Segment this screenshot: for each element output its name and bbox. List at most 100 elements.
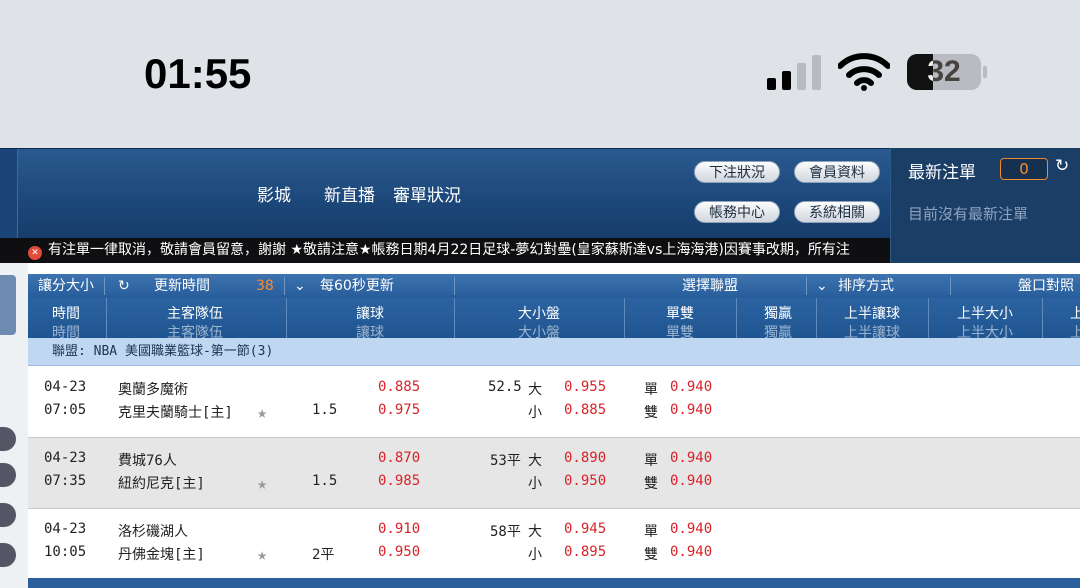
over-label: 大 [528, 524, 542, 540]
sidebar-tab[interactable] [0, 275, 16, 335]
refresh-countdown: 38 [256, 278, 274, 294]
battery-icon: 32 [907, 54, 987, 90]
nav-link-cinema[interactable]: 影城 [257, 181, 291, 206]
battery-level: 32 [927, 55, 961, 88]
home-team: 丹佛金塊[主] [118, 547, 205, 563]
over-label: 大 [528, 382, 542, 398]
col-moneyline: 獨贏 [764, 306, 792, 322]
match-date: 04-23 [44, 450, 87, 466]
repeated-table-header [28, 578, 1080, 588]
odd-odds[interactable]: 0.940 [670, 450, 712, 466]
refresh-icon[interactable]: ↻ [118, 274, 130, 298]
chevron-down-icon[interactable]: ⌄ [816, 274, 828, 298]
col-odd-even: 單雙 [666, 306, 694, 322]
total-line: 58平 [490, 524, 521, 540]
sort-select[interactable]: 排序方式 [838, 274, 894, 298]
match-time: 07:35 [44, 473, 87, 489]
status-bar: 01:55 32 [0, 0, 1080, 148]
col-time: 時間 [52, 306, 80, 322]
col-over-under: 大小盤 [518, 306, 560, 322]
odd-label: 單 [644, 453, 658, 469]
under-label: 小 [528, 405, 542, 421]
account-center-button[interactable]: 帳務中心 [694, 201, 780, 223]
over-odds[interactable]: 0.945 [564, 521, 606, 537]
match-row: 04-23 07:35 費城76人 紐約尼克[主] ★ 1.5 0.870 0.… [28, 438, 1080, 509]
handicap-odds[interactable]: 0.985 [378, 473, 420, 489]
sidebar-toggle[interactable] [0, 463, 16, 487]
latest-bets-panel: 最新注單 0 ↻ 目前沒有最新注單 [890, 148, 1080, 263]
total-line: 52.5 [488, 379, 522, 395]
total-line: 53平 [490, 453, 521, 469]
handicap-odds[interactable]: 0.885 [378, 379, 420, 395]
handicap-odds[interactable]: 0.870 [378, 450, 420, 466]
announcement-ticker: ✕ 有注單一律取消，敬請會員留意，謝謝 ★敬請注意★帳務日期4月22日足球-夢幻對… [0, 238, 890, 263]
under-odds[interactable]: 0.950 [564, 473, 606, 489]
even-odds[interactable]: 0.940 [670, 544, 712, 560]
over-odds[interactable]: 0.955 [564, 379, 606, 395]
col-1h-over-under: 上半大小 [957, 306, 1013, 322]
over-odds[interactable]: 0.890 [564, 450, 606, 466]
match-row: 04-23 07:05 奧蘭多魔術 克里夫蘭騎士[主] ★ 1.5 0.885 … [28, 367, 1080, 438]
even-odds[interactable]: 0.940 [670, 402, 712, 418]
member-info-button[interactable]: 會員資料 [794, 161, 880, 183]
league-select[interactable]: 選擇聯盟 [682, 274, 738, 298]
clock: 01:55 [144, 50, 252, 97]
star-icon[interactable]: ★ [257, 474, 267, 494]
even-odds[interactable]: 0.940 [670, 473, 712, 489]
away-team: 洛杉磯湖人 [118, 524, 188, 540]
left-sidebar [0, 263, 28, 588]
even-label: 雙 [644, 476, 658, 492]
handicap-line: 1.5 [312, 473, 338, 489]
odds-type-select[interactable]: 讓分大小 [38, 274, 94, 298]
col-more: 上 [1070, 306, 1080, 322]
under-label: 小 [528, 547, 542, 563]
latest-bets-title: 最新注單 [908, 163, 976, 183]
alert-icon: ✕ [28, 246, 42, 260]
match-date: 04-23 [44, 379, 87, 395]
sidebar-toggle[interactable] [0, 427, 16, 451]
system-settings-button[interactable]: 系統相關 [794, 201, 880, 223]
away-team: 奧蘭多魔術 [118, 382, 188, 398]
filter-bar: 讓分大小 ↻ 更新時間 38 ⌄ 每60秒更新 選擇聯盟 ⌄ 排序方式 盤口對照… [28, 274, 1080, 318]
col-handicap: 讓球 [356, 306, 384, 322]
handicap-odds[interactable]: 0.975 [378, 402, 420, 418]
even-label: 雙 [644, 547, 658, 563]
star-icon[interactable]: ★ [257, 403, 267, 423]
bet-status-button[interactable]: 下注狀況 [694, 161, 780, 183]
refresh-icon[interactable]: ↻ [1055, 156, 1069, 176]
home-team: 紐約尼克[主] [118, 476, 205, 492]
latest-bets-count: 0 [1000, 158, 1048, 180]
league-header[interactable]: 聯盟: NBA 美國職業籃球-第一節(3) [28, 338, 1080, 366]
match-row: 04-23 10:05 洛杉磯湖人 丹佛金塊[主] ★ 2平 0.910 0.9… [28, 509, 1080, 580]
cellular-signal-icon [767, 55, 821, 90]
table-header: 時間 時間 主客隊伍 主客隊伍 讓球 讓球 大小盤 大小盤 單雙 單雙 獨贏 獨… [28, 298, 1080, 338]
sidebar-toggle[interactable] [0, 503, 16, 527]
sidebar-toggle[interactable] [0, 543, 16, 567]
chevron-down-icon[interactable]: ⌄ [294, 274, 306, 298]
top-navigation: 影城 新直播 審單狀況 下注狀況 會員資料 帳務中心 系統相關 [0, 148, 890, 239]
odd-odds[interactable]: 0.940 [670, 379, 712, 395]
under-label: 小 [528, 476, 542, 492]
odd-label: 單 [644, 524, 658, 540]
under-odds[interactable]: 0.895 [564, 544, 606, 560]
odd-odds[interactable]: 0.940 [670, 521, 712, 537]
handicap-odds[interactable]: 0.950 [378, 544, 420, 560]
col-1h-handicap: 上半讓球 [844, 306, 900, 322]
over-label: 大 [528, 453, 542, 469]
match-time: 10:05 [44, 544, 87, 560]
wifi-icon [838, 53, 890, 91]
handicap-line: 2平 [312, 547, 335, 563]
even-label: 雙 [644, 405, 658, 421]
nav-link-live[interactable]: 新直播 [324, 181, 375, 206]
left-edge-panel [0, 149, 18, 239]
update-time-label: 更新時間 [154, 278, 210, 294]
home-team: 克里夫蘭騎士[主] [118, 405, 233, 421]
nav-link-review-status[interactable]: 審單狀況 [393, 181, 461, 206]
under-odds[interactable]: 0.885 [564, 402, 606, 418]
handicap-odds[interactable]: 0.910 [378, 521, 420, 537]
away-team: 費城76人 [118, 453, 177, 469]
star-icon[interactable]: ★ [257, 545, 267, 565]
refresh-interval-select[interactable]: 每60秒更新 [320, 274, 394, 298]
odd-label: 單 [644, 382, 658, 398]
match-time: 07:05 [44, 402, 87, 418]
